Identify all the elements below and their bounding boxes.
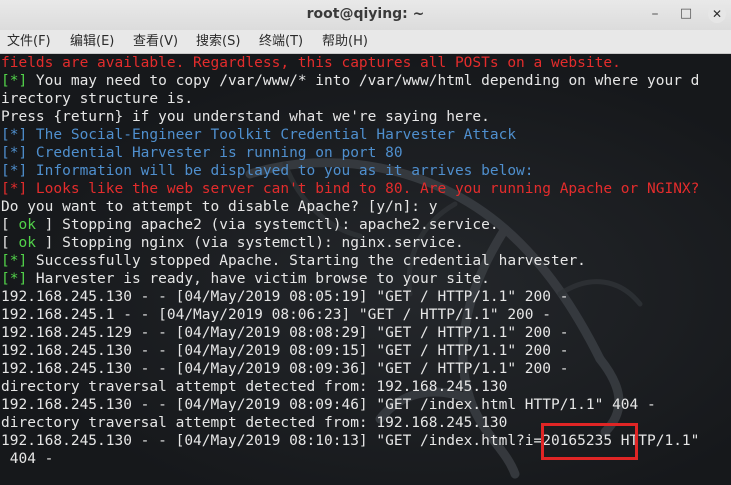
terminal-line: 192.168.245.129 - - [04/May/2019 08:08:2… — [1, 325, 569, 341]
minimize-icon[interactable]: – — [646, 5, 664, 23]
ok-badge: ok — [18, 235, 36, 251]
close-icon[interactable]: ✕ — [708, 5, 726, 23]
line-tag: [*] — [1, 271, 28, 287]
line-tag: [*] — [1, 73, 28, 89]
window-title: root@qiying: ~ — [306, 6, 425, 22]
line-text: ] Stopping apache2 (via systemctl): apac… — [35, 217, 499, 233]
highlight-box — [541, 423, 638, 460]
terminal-line: 404 - — [1, 451, 54, 467]
terminal-line: directory traversal attempt detected fro… — [1, 415, 508, 431]
terminal-line: 192.168.245.1 - - [04/May/2019 08:06:23]… — [1, 307, 551, 323]
menu-terminal[interactable]: 终端(T) — [259, 30, 303, 53]
menu-view[interactable]: 查看(V) — [133, 30, 178, 53]
terminal-line: [*] Information will be displayed to you… — [1, 163, 534, 179]
terminal-line: [*] Looks like the web server can't bind… — [1, 181, 700, 197]
title-bar[interactable]: root@qiying: ~ – □ ✕ — [0, 0, 731, 31]
terminal-line: Press {return} if you understand what we… — [1, 109, 490, 125]
terminal-output: fields are available. Regardless, this c… — [0, 54, 731, 485]
terminal-line: 192.168.245.130 - - [04/May/2019 08:09:3… — [1, 361, 569, 377]
terminal-line: [*] Successfully stopped Apache. Startin… — [1, 252, 586, 270]
terminal-line: [*] Credential Harvester is running on p… — [1, 145, 403, 161]
terminal-line: directory traversal attempt detected fro… — [1, 379, 508, 395]
maximize-icon[interactable]: □ — [677, 5, 695, 23]
menu-bar: 文件(F) 编辑(E) 查看(V) 搜索(S) 终端(T) 帮助(H) — [0, 30, 731, 54]
terminal-line: 192.168.245.130 - - [04/May/2019 08:09:4… — [1, 397, 656, 413]
ok-badge: ok — [18, 217, 36, 233]
line-bracket: [ — [1, 235, 19, 251]
terminal-line: [*] The Social-Engineer Toolkit Credenti… — [1, 127, 517, 143]
terminal-line: [ ok ] Stopping nginx (via systemctl): n… — [1, 234, 464, 252]
line-bracket: [ — [1, 217, 19, 233]
terminal-line: fields are available. Regardless, this c… — [1, 55, 621, 71]
terminal-line: 192.168.245.130 - - [04/May/2019 08:05:1… — [1, 289, 569, 305]
menu-edit[interactable]: 编辑(E) — [70, 30, 114, 53]
terminal-area[interactable]: fields are available. Regardless, this c… — [0, 54, 731, 485]
terminal-window: root@qiying: ~ – □ ✕ 文件(F) 编辑(E) 查看(V) 搜… — [0, 0, 731, 485]
terminal-line: [ ok ] Stopping apache2 (via systemctl):… — [1, 216, 499, 234]
line-text: ] Stopping nginx (via systemctl): nginx.… — [35, 235, 464, 251]
terminal-line: [*] Harvester is ready, have victim brow… — [1, 270, 490, 288]
line-tag: [*] — [1, 253, 28, 269]
line-text: You may need to copy /var/www/* into /va… — [27, 73, 700, 89]
terminal-line: [*] You may need to copy /var/www/* into… — [1, 72, 699, 90]
terminal-line: 192.168.245.130 - - [04/May/2019 08:09:1… — [1, 343, 569, 359]
line-text: Successfully stopped Apache. Starting th… — [27, 253, 586, 269]
terminal-line: irectory structure is. — [1, 91, 194, 107]
terminal-line: Do you want to attempt to disable Apache… — [1, 199, 438, 215]
scrollbar[interactable] — [725, 54, 731, 485]
menu-search[interactable]: 搜索(S) — [196, 30, 240, 53]
menu-help[interactable]: 帮助(H) — [322, 30, 368, 53]
line-text: Harvester is ready, have victim browse t… — [27, 271, 490, 287]
menu-file[interactable]: 文件(F) — [7, 30, 51, 53]
